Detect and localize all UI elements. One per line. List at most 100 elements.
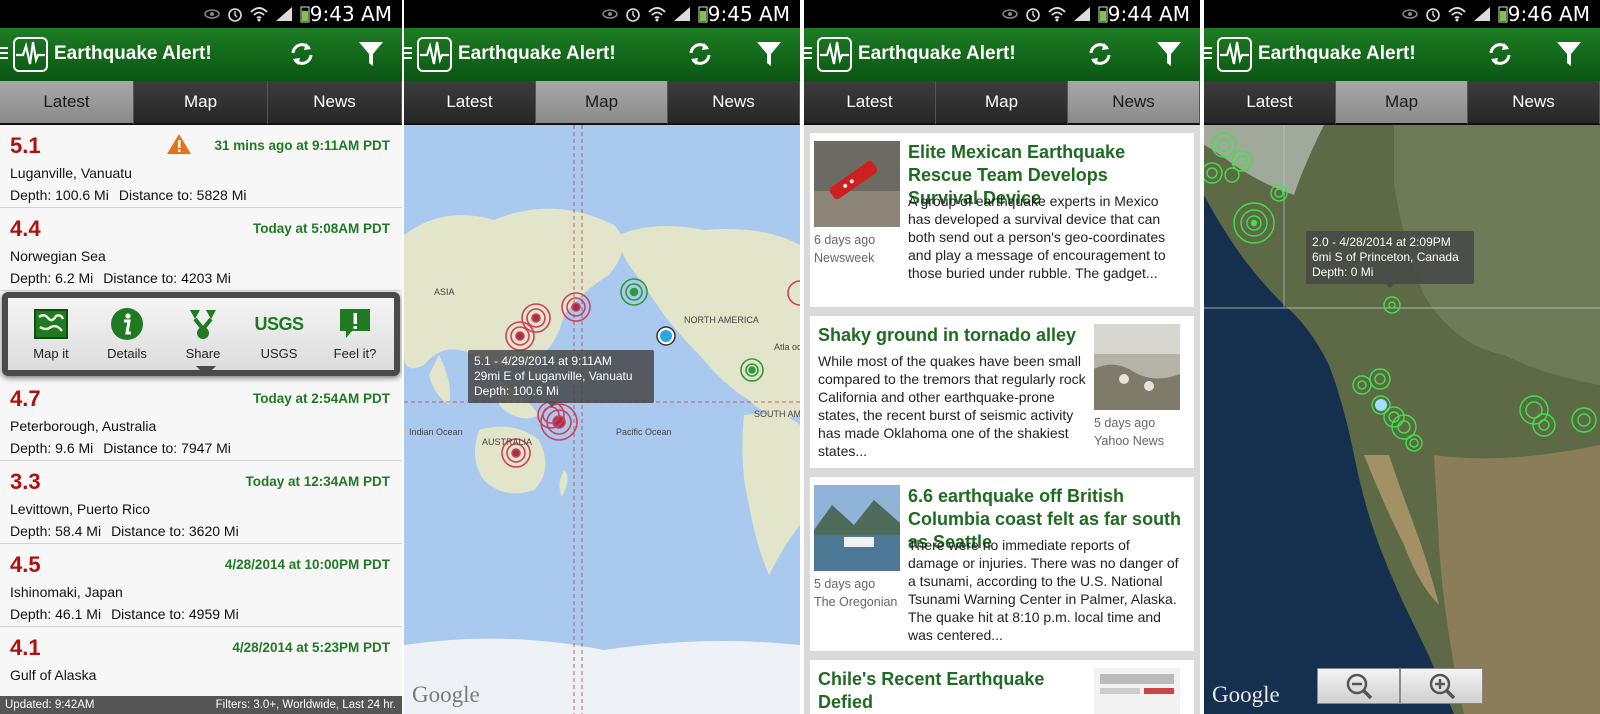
filter-icon[interactable] (1556, 40, 1582, 68)
quake-distance: Distance to: 3620 Mi (111, 523, 239, 539)
eye-icon (1402, 9, 1418, 19)
quake-tooltip[interactable]: 5.1 - 4/29/2014 at 9:11AM 29mi E of Luga… (468, 350, 654, 407)
zoom-out-icon (1346, 673, 1372, 700)
menu-icon[interactable] (1204, 47, 1212, 62)
list-item[interactable]: 3.3 Today at 12:34AM PDT Levittown, Puer… (0, 461, 402, 544)
menu-icon[interactable] (804, 47, 812, 62)
quake-time: 4/28/2014 at 5:23PM PDT (232, 640, 390, 655)
seismograph-logo-icon[interactable] (817, 37, 852, 72)
tab-bar: Latest Map News (0, 81, 402, 125)
filter-icon[interactable] (1156, 40, 1182, 68)
clock: 9:45 AM (707, 2, 790, 26)
status-bar: 9:44 AM (804, 0, 1200, 28)
quake-depth: Depth: 46.1 Mi (10, 606, 102, 622)
filters-text: Filters: 3.0+, Worldwide, Last 24 hr. (215, 699, 396, 711)
filter-icon[interactable] (756, 40, 782, 68)
google-attribution: Google (1212, 682, 1280, 707)
refresh-icon[interactable] (288, 40, 316, 68)
list-item[interactable]: 4.1 4/28/2014 at 5:23PM PDT Gulf of Alas… (0, 627, 402, 696)
news-age: 5 days ago (1094, 416, 1156, 430)
label-north-america: NORTH AMERICA (684, 315, 759, 325)
seismograph-logo-icon[interactable] (13, 37, 48, 72)
quake-list: 5.1 31 mins ago at 9:11AM PDT Luganville… (0, 125, 402, 696)
label-australia: AUSTRALIA (482, 437, 532, 447)
news-card[interactable]: Chile's Recent Earthquake Defied (810, 660, 1194, 714)
tab-bar: Latest Map News (404, 81, 800, 125)
map-canvas (1204, 125, 1600, 714)
screen-latest: 9:43 AM Earthquake Alert! Latest Map New… (0, 0, 402, 714)
label-atlantic: Atla oc (774, 342, 800, 352)
alarm-icon (626, 8, 640, 22)
app-bar: Earthquake Alert! (404, 28, 800, 81)
tab-latest[interactable]: Latest (0, 81, 134, 125)
screen-satellite-map: 9:46 AM Earthquake Alert! Latest Map New… (1204, 0, 1600, 714)
seismograph-logo-icon[interactable] (1217, 37, 1252, 72)
usgs-button[interactable]: USGS USGS (244, 306, 314, 362)
tab-latest[interactable]: Latest (1204, 81, 1336, 125)
news-card[interactable]: Shaky ground in tornado alley While most… (810, 316, 1194, 468)
news-title: Shaky ground in tornado alley (818, 325, 1077, 345)
menu-icon[interactable] (404, 47, 412, 62)
news-body: There were no immediate reports of damag… (908, 537, 1179, 643)
quake-distance: Distance to: 7947 Mi (103, 440, 231, 456)
map-icon (34, 309, 68, 339)
news-thumbnail (1094, 668, 1180, 714)
tab-map[interactable]: Map (936, 81, 1068, 125)
screen-world-map: 9:45 AM Earthquake Alert! Latest Map New… (404, 0, 800, 714)
magnitude: 5.1 (10, 133, 41, 158)
label-south-america: SOUTH AMERICA (754, 409, 800, 419)
tab-map[interactable]: Map (536, 81, 668, 125)
quake-place: Gulf of Alaska (10, 667, 97, 683)
tab-news[interactable]: News (668, 81, 800, 125)
map-it-button[interactable]: Map it (16, 306, 86, 361)
zoom-out-button[interactable] (1317, 668, 1400, 704)
tab-latest[interactable]: Latest (804, 81, 936, 125)
status-bar: 9:46 AM (1204, 0, 1600, 28)
quake-place: Peterborough, Australia (10, 418, 157, 434)
details-button[interactable]: Details (92, 306, 162, 361)
google-attribution: Google (412, 682, 480, 707)
news-card[interactable]: 6 days ago Newsweek Elite Mexican Earthq… (810, 133, 1194, 307)
share-icon (190, 310, 216, 339)
tab-map[interactable]: Map (134, 81, 268, 125)
tab-news[interactable]: News (1468, 81, 1600, 125)
refresh-icon[interactable] (1486, 40, 1514, 68)
list-item[interactable]: 4.5 4/28/2014 at 10:00PM PDT Ishinomaki,… (0, 544, 402, 627)
filter-icon[interactable] (358, 40, 384, 68)
news-age: 5 days ago (814, 577, 876, 591)
list-item[interactable]: 4.4 Today at 5:08AM PDT Norwegian Sea De… (0, 208, 402, 291)
app-title: Earthquake Alert! (458, 43, 616, 64)
magnitude: 4.1 (10, 635, 41, 660)
quake-time: 4/28/2014 at 10:00PM PDT (224, 557, 390, 572)
app-title: Earthquake Alert! (54, 43, 212, 64)
satellite-map[interactable]: 2.0 - 4/28/2014 at 2:09PM 6mi S of Princ… (1204, 125, 1600, 714)
world-map[interactable]: ASIA NORTH AMERICA SOUTH AMERICA AUSTRAL… (404, 125, 800, 714)
quake-distance: Distance to: 4959 Mi (111, 606, 239, 622)
share-label: Share (185, 346, 221, 361)
refresh-icon[interactable] (686, 40, 714, 68)
usgs-logo: USGS (254, 313, 304, 334)
app-bar: Earthquake Alert! (0, 28, 402, 81)
share-button[interactable]: Share (168, 306, 238, 361)
menu-icon[interactable] (0, 47, 8, 62)
news-card[interactable]: 5 days ago The Oregonian 6.6 earthquake … (810, 477, 1194, 651)
list-item[interactable]: 4.7 Today at 2:54AM PDT Peterborough, Au… (0, 378, 402, 461)
screen-news: 9:44 AM Earthquake Alert! Latest Map New… (804, 0, 1200, 714)
status-bar: 9:45 AM (404, 0, 800, 28)
tab-news[interactable]: News (1068, 81, 1200, 125)
news-title: Chile's Recent Earthquake Defied (818, 669, 1045, 712)
seismograph-logo-icon[interactable] (417, 37, 452, 72)
quake-place: Luganville, Vanuatu (10, 165, 132, 181)
wifi-icon (648, 7, 666, 22)
list-item[interactable]: 5.1 31 mins ago at 9:11AM PDT Luganville… (0, 125, 402, 208)
magnitude: 4.7 (10, 386, 41, 411)
quake-tooltip[interactable]: 2.0 - 4/28/2014 at 2:09PM 6mi S of Princ… (1306, 231, 1474, 288)
tab-news[interactable]: News (268, 81, 402, 125)
refresh-icon[interactable] (1086, 40, 1114, 68)
news-body: A group of earthquake experts in Mexico … (908, 193, 1166, 281)
feel-it-button[interactable]: Feel it? (320, 306, 390, 361)
tab-latest[interactable]: Latest (404, 81, 536, 125)
signal-icon (674, 7, 690, 21)
tab-map[interactable]: Map (1336, 81, 1468, 125)
zoom-in-button[interactable] (1400, 668, 1483, 704)
